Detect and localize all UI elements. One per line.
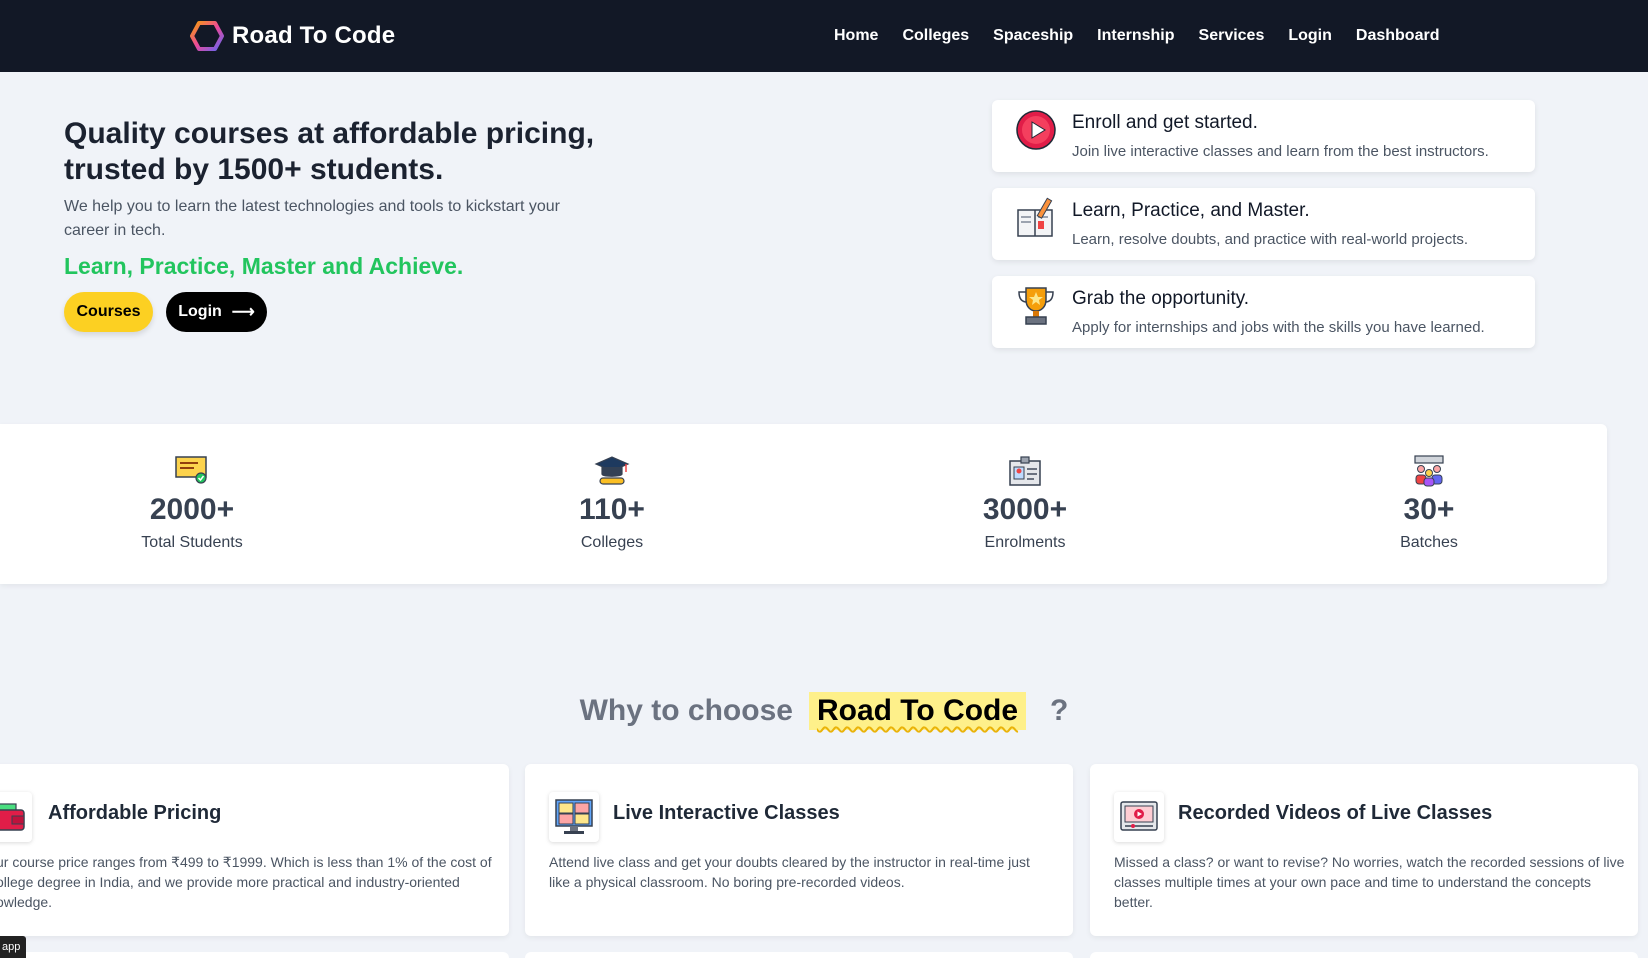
why-card-title: Recorded Videos of Live Classes bbox=[1178, 802, 1493, 824]
stat-value: 110+ bbox=[579, 493, 645, 526]
why-card-desc-line: classes multiple times at your own pace … bbox=[1114, 874, 1592, 890]
why-card-desc-line: like a physical classroom. No boring pre… bbox=[549, 874, 905, 890]
app-badge[interactable]: app bbox=[0, 936, 26, 958]
stat-value: 2000+ bbox=[149, 493, 235, 526]
play-icon bbox=[1016, 110, 1056, 150]
stat-label: Batches bbox=[1400, 534, 1458, 551]
feature-title: Grab the opportunity. bbox=[1072, 288, 1250, 309]
why-card-desc: Attend live class and get your doubts cl… bbox=[549, 852, 1030, 892]
stat-label: Enrolments bbox=[984, 534, 1066, 551]
stat-colleges: 110+ Colleges bbox=[512, 454, 712, 552]
feature-title: Learn, Practice, and Master. bbox=[1072, 200, 1310, 221]
why-card-desc-line: owledge. bbox=[0, 894, 53, 910]
feature-card-enroll: Enroll and get started. Join live intera… bbox=[992, 100, 1535, 172]
stat-value: 30+ bbox=[1403, 493, 1455, 526]
certificate-icon bbox=[175, 456, 207, 484]
stat-enrolments: 3000+ Enrolments bbox=[925, 454, 1125, 552]
id-card-icon bbox=[1009, 456, 1041, 486]
navbar: Road To Code Home Colleges Spaceship Int… bbox=[0, 0, 1648, 72]
hero-tagline: Learn, Practice, Master and Achieve. bbox=[64, 253, 464, 279]
why-heading-brand: Road To Code bbox=[808, 692, 1027, 730]
why-card-recorded: Recorded Videos of Live Classes Missed a… bbox=[1090, 764, 1638, 936]
feature-desc: Apply for internships and jobs with the … bbox=[1072, 319, 1485, 336]
why-card-live: Live Interactive Classes Attend live cla… bbox=[525, 764, 1073, 936]
nav-spaceship[interactable]: Spaceship bbox=[993, 27, 1073, 45]
stat-total-students: 2000+ Total Students bbox=[92, 454, 292, 552]
why-card-desc-line: ur course price ranges from ₹499 to ₹199… bbox=[0, 854, 492, 870]
nav-services[interactable]: Services bbox=[1199, 27, 1265, 45]
video-player-icon bbox=[1114, 792, 1164, 842]
stat-value: 3000+ bbox=[982, 493, 1068, 526]
why-card-title: Affordable Pricing bbox=[48, 802, 222, 824]
why-card-desc: ur course price ranges from ₹499 to ₹199… bbox=[0, 852, 492, 912]
nav-dashboard[interactable]: Dashboard bbox=[1356, 27, 1440, 45]
hexagon-logo-icon bbox=[190, 21, 224, 51]
graduation-cap-icon bbox=[594, 456, 630, 485]
next-card-peek bbox=[525, 952, 1073, 958]
feature-card-opportunity: Grab the opportunity. Apply for internsh… bbox=[992, 276, 1535, 348]
trophy-icon bbox=[1018, 287, 1054, 325]
next-card-peek bbox=[0, 952, 509, 958]
feature-desc: Learn, resolve doubts, and practice with… bbox=[1072, 231, 1469, 248]
wallet-icon bbox=[0, 792, 32, 842]
login-button-label: Login bbox=[178, 303, 222, 320]
why-card-pricing: Affordable Pricing ur course price range… bbox=[0, 764, 509, 936]
nav-menu: Home Colleges Spaceship Internship Servi… bbox=[834, 0, 1439, 72]
why-card-desc-line: better. bbox=[1114, 894, 1153, 910]
why-heading-prefix: Why to choose bbox=[579, 694, 793, 727]
why-card-desc-line: Missed a class? or want to revise? No wo… bbox=[1114, 854, 1625, 870]
group-icon bbox=[1414, 455, 1444, 487]
nav-internship[interactable]: Internship bbox=[1097, 27, 1174, 45]
why-card-desc: Missed a class? or want to revise? No wo… bbox=[1114, 852, 1624, 912]
nav-home[interactable]: Home bbox=[834, 27, 878, 45]
arrow-right-icon: ⟶ bbox=[231, 304, 255, 321]
feature-card-learn: Learn, Practice, and Master. Learn, reso… bbox=[992, 188, 1535, 260]
feature-title: Enroll and get started. bbox=[1072, 112, 1258, 133]
hero-title: Quality courses at affordable pricing, t… bbox=[64, 117, 595, 186]
courses-button[interactable]: Courses bbox=[64, 292, 153, 332]
stat-label: Colleges bbox=[580, 534, 644, 551]
why-card-desc-line: Attend live class and get your doubts cl… bbox=[549, 854, 1030, 870]
feature-desc: Join live interactive classes and learn … bbox=[1072, 143, 1489, 160]
stats-panel: 2000+ Total Students 110+ Colleges 3000+… bbox=[0, 424, 1607, 584]
next-card-peek bbox=[1090, 952, 1638, 958]
hero-subtitle: We help you to learn the latest technolo… bbox=[64, 198, 560, 239]
why-heading-suffix: ? bbox=[1050, 694, 1069, 727]
video-call-icon bbox=[549, 792, 599, 842]
stat-batches: 30+ Batches bbox=[1329, 454, 1529, 552]
nav-colleges[interactable]: Colleges bbox=[902, 27, 969, 45]
nav-login[interactable]: Login bbox=[1288, 27, 1332, 45]
stat-label: Total Students bbox=[141, 534, 243, 551]
brand-name: Road To Code bbox=[232, 22, 396, 49]
why-heading: Why to choose Road To Code ? bbox=[0, 692, 1648, 730]
book-icon bbox=[1017, 197, 1053, 237]
login-button[interactable]: Login ⟶ bbox=[166, 292, 267, 332]
brand-link[interactable]: Road To Code bbox=[190, 20, 395, 52]
why-card-desc-line: ollege degree in India, and we provide m… bbox=[0, 874, 460, 890]
why-card-title: Live Interactive Classes bbox=[613, 802, 840, 824]
